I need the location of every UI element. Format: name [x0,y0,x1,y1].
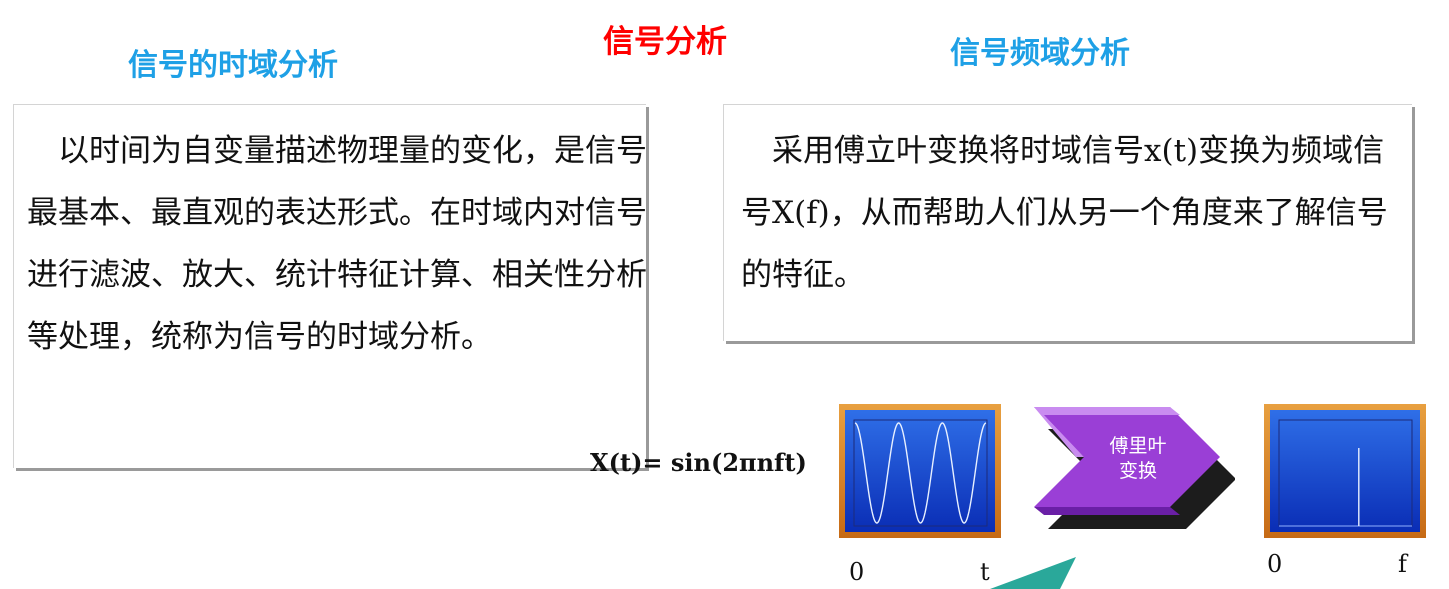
sine-wave-line [854,422,987,524]
frequency-plot-frame [1264,404,1426,538]
time-plot-frame [839,404,1001,538]
teal-accent-shape [990,557,1076,589]
page-title: 信号分析 [603,24,727,60]
arrow-bottom-bevel [1034,507,1180,515]
time-axis-t-label: t [980,558,990,586]
time-domain-heading: 信号的时域分析 [128,48,338,83]
frequency-plot-border [1278,419,1413,527]
signal-formula: X(t)= sin(2πnft) [590,448,807,477]
time-plot-area [845,410,995,532]
frequency-plot-svg [1278,419,1413,527]
frequency-domain-heading: 信号频域分析 [950,36,1130,71]
frequency-plot-area [1270,410,1420,532]
freq-axis-f-label: f [1398,550,1407,578]
frequency-domain-description: 采用傅立叶变换将时域信号x(t)变换为频域信号X(f)，从而帮助人们从另一个角度… [741,133,1388,293]
fourier-label-line1: 傅里叶 [1109,435,1167,457]
time-axis-zero-label: 0 [849,558,865,586]
fourier-label-line2: 变换 [1118,460,1157,482]
teal-triangle [990,557,1076,589]
freq-axis-zero-label: 0 [1267,550,1283,578]
time-plot-border [853,419,988,527]
fourier-transform-label: 傅里叶 变换 [1093,434,1183,484]
time-domain-description: 以时间为自变量描述物理量的变化，是信号最基本、最直观的表达形式。在时域内对信号进… [27,133,647,355]
time-plot-svg [853,419,988,527]
